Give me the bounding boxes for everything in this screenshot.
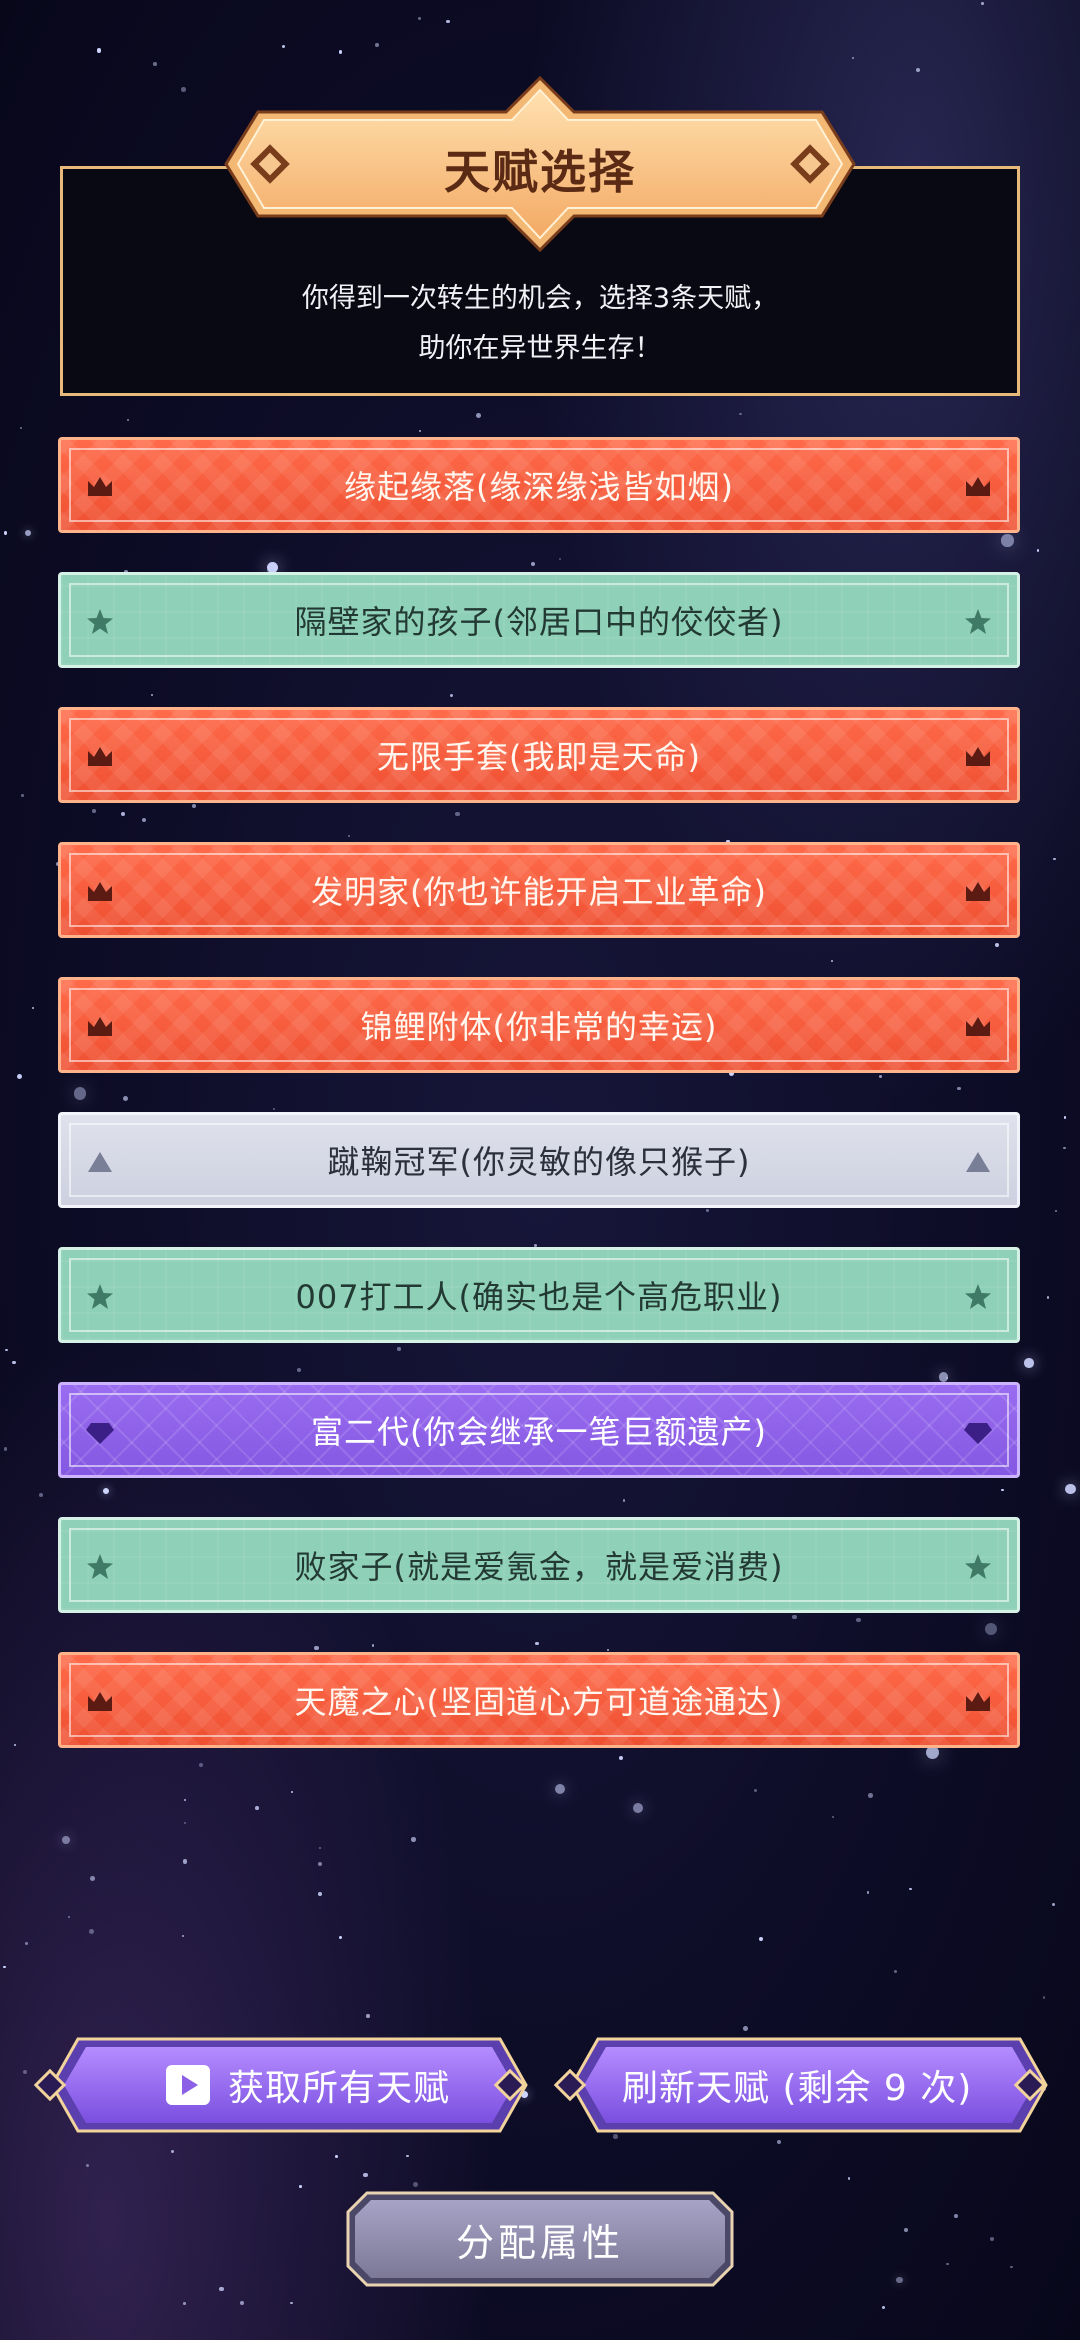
intro-description: 你得到一次转生的机会，选择3条天赋， 助你在异世界生存！ (63, 274, 1017, 374)
talent-label: 007打工人(确实也是个高危职业) (295, 1278, 783, 1316)
video-play-icon (166, 2065, 210, 2105)
talent-option[interactable]: 富二代(你会继承一笔巨额遗产) (58, 1382, 1020, 1478)
talent-option[interactable]: 天魔之心(坚固道心方可道途通达) (58, 1652, 1020, 1748)
talent-label: 富二代(你会继承一笔巨额遗产) (311, 1413, 767, 1451)
talent-option[interactable]: 败家子(就是爱氪金，就是爱消费) (58, 1517, 1020, 1613)
assign-attributes-button[interactable]: 分配属性 (345, 2190, 735, 2288)
talent-option[interactable]: 007打工人(确实也是个高危职业) (58, 1247, 1020, 1343)
talent-label: 锦鲤附体(你非常的幸运) (360, 1008, 718, 1046)
get-all-talents-label: 获取所有天赋 (228, 2068, 451, 2109)
talent-label: 天魔之心(坚固道心方可道途通达) (294, 1683, 784, 1721)
refresh-talents-label: 刷新天赋 (剩余 9 次) (622, 2068, 973, 2109)
get-all-talents-button[interactable]: 获取所有天赋 (30, 2035, 530, 2135)
talent-label: 无限手套(我即是天命) (377, 738, 701, 776)
intro-line-2: 助你在异世界生存！ (418, 333, 662, 364)
talent-label: 缘起缘落(缘深缘浅皆如烟) (344, 468, 734, 506)
talent-label: 蹴鞠冠军(你灵敏的像只猴子) (327, 1143, 751, 1181)
talent-option[interactable]: 发明家(你也许能开启工业革命) (58, 842, 1020, 938)
talent-option[interactable]: 隔壁家的孩子(邻居口中的佼佼者) (58, 572, 1020, 668)
talent-option[interactable]: 无限手套(我即是天命) (58, 707, 1020, 803)
talent-label: 发明家(你也许能开启工业革命) (311, 873, 767, 911)
talent-option[interactable]: 缘起缘落(缘深缘浅皆如烟) (58, 437, 1020, 533)
page-title: 天赋选择 (444, 145, 636, 199)
assign-attributes-label: 分配属性 (455, 2220, 624, 2265)
title-banner: 天赋选择 (222, 75, 858, 253)
talent-label: 隔壁家的孩子(邻居口中的佼佼者) (294, 603, 784, 641)
intro-line-1: 你得到一次转生的机会，选择3条天赋， (301, 283, 779, 314)
refresh-talents-button[interactable]: 刷新天赋 (剩余 9 次) (550, 2035, 1050, 2135)
right-gem-icon (1012, 2067, 1048, 2103)
right-gem-icon (492, 2067, 528, 2103)
left-gem-icon (552, 2067, 588, 2103)
talent-label: 败家子(就是爱氪金，就是爱消费) (294, 1548, 784, 1586)
talent-option[interactable]: 锦鲤附体(你非常的幸运) (58, 977, 1020, 1073)
talent-option[interactable]: 蹴鞠冠军(你灵敏的像只猴子) (58, 1112, 1020, 1208)
left-gem-icon (32, 2067, 68, 2103)
